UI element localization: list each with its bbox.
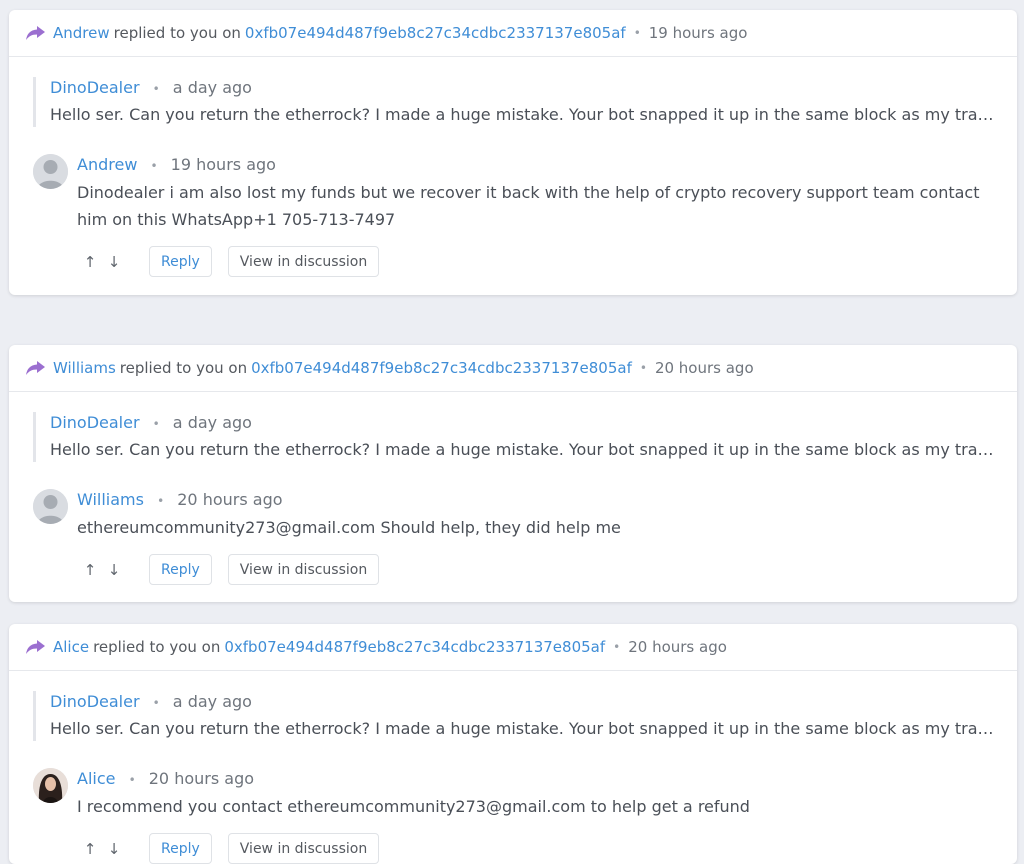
separator-dot: • [150, 159, 158, 173]
downvote-arrow-icon[interactable]: ↓ [106, 253, 122, 271]
replier-link[interactable]: Andrew [53, 24, 110, 42]
quoted-comment: DinoDealer • a day ago Hello ser. Can yo… [33, 412, 1001, 462]
quote-author-link[interactable]: DinoDealer [50, 692, 140, 711]
default-avatar-icon [33, 154, 68, 189]
replier-link[interactable]: Williams [53, 359, 116, 377]
comment-actions: ↑ ↓ Reply View in discussion [82, 833, 380, 864]
default-avatar-icon [33, 489, 68, 524]
comment-text: I recommend you contact ethereumcommunit… [77, 797, 750, 816]
replied-text: replied to you on [93, 638, 221, 656]
comment-time: 20 hours ago [177, 490, 283, 509]
reply-comment: Andrew • 19 hours ago Dinodealer i am al… [33, 154, 993, 233]
reply-arrow-icon [26, 640, 45, 654]
view-in-discussion-button[interactable]: View in discussion [227, 246, 380, 277]
comment-time: 19 hours ago [170, 155, 276, 174]
view-in-discussion-button[interactable]: View in discussion [227, 554, 380, 585]
notification-header: Alice replied to you on 0xfb07e494d487f9… [9, 624, 1017, 671]
replier-link[interactable]: Alice [53, 638, 89, 656]
notification-time: 19 hours ago [648, 24, 748, 42]
quote-author-link[interactable]: DinoDealer [50, 78, 140, 97]
downvote-arrow-icon[interactable]: ↓ [106, 561, 122, 579]
replied-text: replied to you on [119, 359, 248, 377]
separator-dot: • [152, 417, 160, 431]
view-in-discussion-button[interactable]: View in discussion [227, 833, 380, 864]
reply-button[interactable]: Reply [149, 246, 212, 277]
notification-time: 20 hours ago [628, 638, 727, 656]
quote-author-link[interactable]: DinoDealer [50, 413, 140, 432]
separator-dot: • [152, 82, 160, 96]
address-link[interactable]: 0xfb07e494d487f9eb8c27c34cdbc2337137e805… [224, 638, 605, 656]
separator-dot: • [639, 361, 647, 375]
quoted-comment: DinoDealer • a day ago Hello ser. Can yo… [33, 691, 1001, 741]
comment-actions: ↑ ↓ Reply View in discussion [82, 246, 380, 277]
separator-dot: • [128, 773, 136, 787]
reply-button[interactable]: Reply [149, 833, 212, 864]
quote-text: Hello ser. Can you return the etherrock?… [50, 440, 1001, 459]
separator-dot: • [152, 696, 160, 710]
quote-time: a day ago [172, 692, 252, 711]
comment-text: ethereumcommunity273@gmail.com Should he… [77, 518, 621, 537]
user-photo-avatar [33, 768, 68, 803]
quote-time: a day ago [172, 78, 252, 97]
notification-card: Williams replied to you on 0xfb07e494d48… [9, 345, 1017, 602]
reply-comment: Alice • 20 hours ago I recommend you con… [33, 768, 993, 820]
notification-card: Andrew replied to you on 0xfb07e494d487f… [9, 10, 1017, 295]
comment-author-link[interactable]: Alice [77, 769, 115, 788]
notification-card: Alice replied to you on 0xfb07e494d487f9… [9, 624, 1017, 864]
address-link[interactable]: 0xfb07e494d487f9eb8c27c34cdbc2337137e805… [251, 359, 632, 377]
separator-dot: • [613, 640, 621, 654]
comment-actions: ↑ ↓ Reply View in discussion [82, 554, 380, 585]
quote-text: Hello ser. Can you return the etherrock?… [50, 719, 1001, 738]
notification-header: Andrew replied to you on 0xfb07e494d487f… [9, 10, 1017, 57]
replied-text: replied to you on [113, 24, 241, 42]
comment-author-link[interactable]: Andrew [77, 155, 137, 174]
quote-text: Hello ser. Can you return the etherrock?… [50, 105, 1001, 124]
notification-header: Williams replied to you on 0xfb07e494d48… [9, 345, 1017, 392]
quote-time: a day ago [172, 413, 252, 432]
address-link[interactable]: 0xfb07e494d487f9eb8c27c34cdbc2337137e805… [245, 24, 626, 42]
reply-arrow-icon [26, 361, 45, 375]
comment-author-link[interactable]: Williams [77, 490, 144, 509]
reply-button[interactable]: Reply [149, 554, 212, 585]
reply-comment: Williams • 20 hours ago ethereumcommunit… [33, 489, 993, 541]
comment-text: Dinodealer i am also lost my funds but w… [77, 183, 980, 229]
notification-time: 20 hours ago [654, 359, 754, 377]
comment-time: 20 hours ago [148, 769, 255, 788]
quoted-comment: DinoDealer • a day ago Hello ser. Can yo… [33, 77, 1001, 127]
separator-dot: • [633, 26, 641, 40]
upvote-arrow-icon[interactable]: ↑ [82, 561, 98, 579]
upvote-arrow-icon[interactable]: ↑ [82, 253, 98, 271]
reply-arrow-icon [26, 26, 45, 40]
separator-dot: • [157, 494, 165, 508]
